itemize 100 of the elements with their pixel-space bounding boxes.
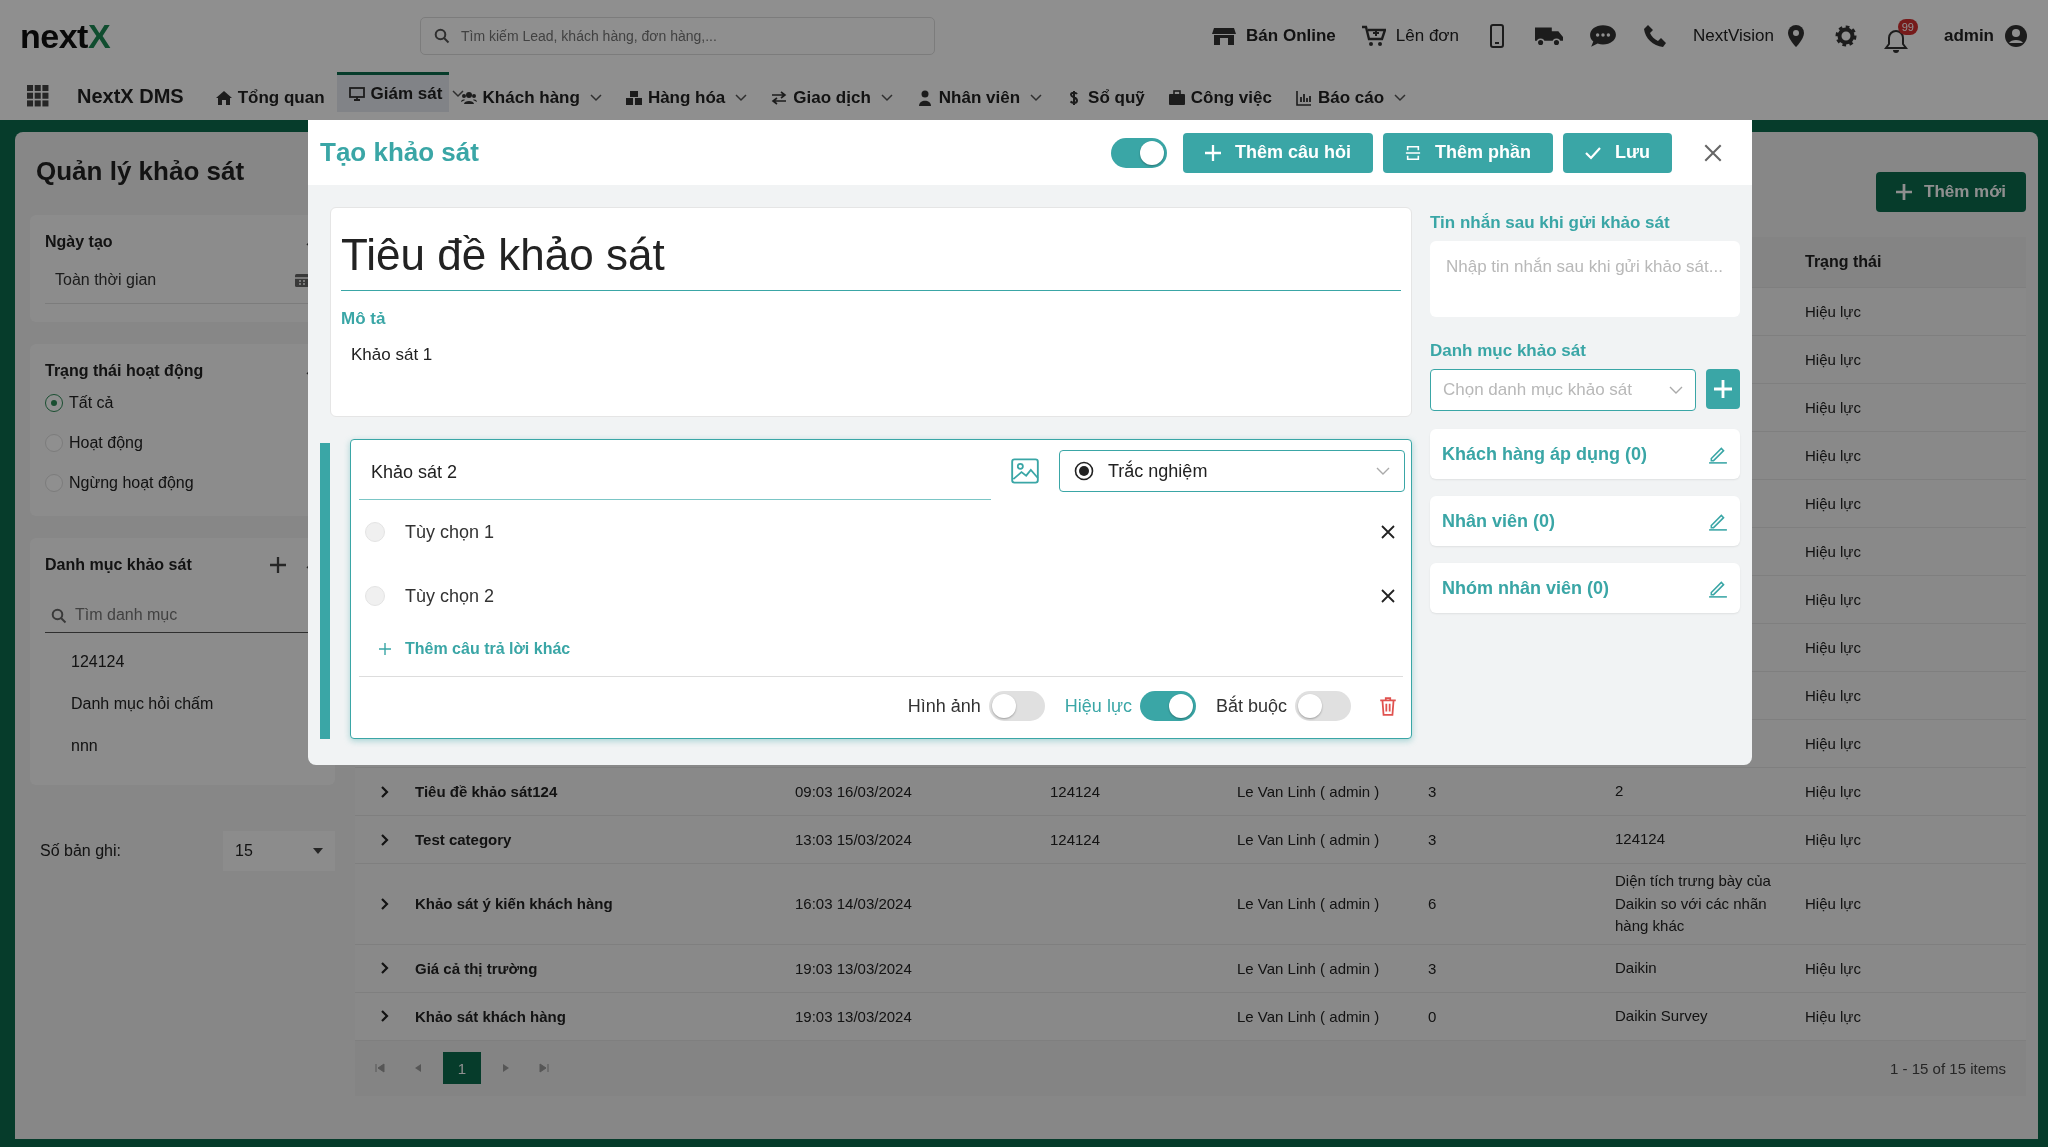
add-answer-link[interactable]: Thêm câu trả lời khác (351, 628, 1411, 676)
table-cell: Diện tích trưng bày của Daikin so với các nhãn hàng khác (1615, 872, 1771, 934)
table-cell: 6 (1428, 895, 1437, 913)
section-button[interactable]: Thêm phần (1382, 132, 1553, 173)
next-page-icon[interactable] (501, 1063, 511, 1073)
image-icon[interactable] (1011, 458, 1039, 484)
toggle-switch[interactable] (1139, 691, 1196, 721)
pagination-summary: 1 - 15 of 15 items (1890, 1059, 2006, 1077)
add-icon[interactable] (270, 557, 286, 573)
survey-name[interactable]: Test category (415, 831, 512, 848)
nav-tab[interactable]: Công việc (1156, 72, 1284, 120)
expand-chevron-icon[interactable] (381, 1010, 389, 1022)
table-cell: 19:03 13/03/2024 (795, 1007, 912, 1025)
trash-icon[interactable] (1379, 696, 1397, 716)
location-action[interactable]: NextVision (1693, 24, 1808, 48)
toggle-switch[interactable] (988, 691, 1045, 721)
person-icon (916, 89, 933, 106)
assignment-label: Khách hàng áp dụng (0) (1442, 443, 1647, 465)
action-label: NextVision (1693, 26, 1774, 46)
last-page-icon[interactable] (539, 1063, 549, 1073)
phone-icon (1643, 24, 1667, 48)
notification-badge: 99 (1897, 19, 1918, 35)
user-action[interactable]: admin (1943, 24, 2028, 48)
expand-chevron-icon[interactable] (381, 785, 389, 798)
save-button[interactable]: Lưu (1562, 132, 1672, 173)
settings-action[interactable] (1833, 24, 1858, 48)
assignment-card[interactable]: Khách hàng áp dụng (0) (1430, 429, 1740, 479)
table-cell: 0 (1428, 1007, 1437, 1025)
assignment-card[interactable]: Nhóm nhân viên (0) (1430, 563, 1740, 613)
survey-name[interactable]: Giá cả thị trường (415, 959, 538, 977)
expand-chevron-icon[interactable] (381, 897, 389, 910)
column-header: Trạng thái (1805, 253, 1883, 271)
assignment-card[interactable]: Nhân viên (0) (1430, 496, 1740, 546)
status-radio-option[interactable]: Hoạt động (45, 434, 320, 452)
radio-icon (1074, 461, 1094, 481)
table-cell: 124124 (1050, 831, 1101, 848)
table-cell: Le Van Linh ( admin ) (1237, 959, 1380, 977)
users-icon (460, 89, 477, 106)
survey-title-field[interactable]: Tiêu đề khảo sát (341, 218, 1401, 291)
option-field[interactable]: Tùy chọn 2 (405, 585, 495, 607)
survey-name[interactable]: Khảo sát khách hàng (415, 1007, 566, 1025)
question-title-field[interactable]: Khảo sát 2 (359, 442, 991, 500)
option-field[interactable]: Tùy chọn 1 (405, 521, 495, 543)
store-action[interactable]: Bán Online (1212, 24, 1336, 48)
chat-action[interactable] (1589, 24, 1617, 48)
table-cell: 09:03 16/03/2024 (795, 783, 912, 800)
bell-icon (1883, 29, 1908, 53)
survey-name[interactable]: Tiêu đề khảo sát124 (415, 783, 558, 800)
search-field[interactable]: Tìm kiếm Lead, khách hàng, đơn hàng,... (420, 17, 935, 55)
description-label: Mô tả (341, 309, 387, 329)
add-button[interactable]: Thêm câu hỏi (1182, 132, 1373, 173)
table-cell: 3 (1428, 831, 1437, 848)
close-icon[interactable] (1704, 143, 1722, 162)
apps-grid-icon[interactable] (27, 85, 49, 107)
bell-action[interactable]: 99 (1883, 19, 1918, 53)
survey-name[interactable]: Khảo sát ý kiến khách hàng (415, 895, 613, 913)
add-category-button[interactable] (1706, 369, 1740, 409)
toggle-label: Hiệu lực (1064, 695, 1132, 717)
status-cell: Hiệu lực (1805, 895, 1861, 913)
description-field[interactable]: Khảo sát 1 (341, 345, 1401, 365)
cart-action[interactable]: Lên đơn (1361, 24, 1459, 48)
first-page-icon[interactable] (375, 1063, 385, 1073)
section-label: Danh mục khảo sát (1430, 341, 1587, 361)
nav-tab[interactable]: Tổng quan (203, 72, 337, 120)
nav-tab[interactable]: Hàng hóa (613, 72, 760, 120)
nav-tab[interactable]: Giao dịch (759, 72, 905, 120)
chevron-down-icon (1376, 467, 1390, 475)
status-cell: Hiệu lực (1805, 687, 1861, 704)
nav-tab[interactable]: Khách hàng (448, 72, 614, 120)
previous-page-icon[interactable] (413, 1063, 423, 1073)
status-cell: Hiệu lực (1805, 783, 1861, 800)
app-name: NextX DMS (77, 84, 184, 108)
page-button[interactable]: 1 (443, 1052, 481, 1084)
phone-action[interactable] (1643, 24, 1667, 48)
remove-icon[interactable] (1381, 589, 1395, 603)
monitor-icon (348, 85, 365, 102)
status-radio-option[interactable]: Ngừng hoạt động (45, 474, 320, 492)
radio-button[interactable] (45, 394, 63, 412)
toggle-switch[interactable] (1110, 137, 1167, 168)
filter-title: Ngày tạo (45, 233, 113, 251)
plus-icon (1896, 184, 1912, 200)
toggle-label: Hình ảnh (907, 695, 981, 717)
cart-icon (1361, 24, 1386, 48)
nav-tab[interactable]: Sổ quỹ (1054, 72, 1157, 120)
nav-tab[interactable]: Báo cáo (1283, 72, 1419, 120)
expand-chevron-icon[interactable] (381, 962, 389, 974)
question-type-select[interactable]: Trắc nghiệm (1059, 450, 1405, 492)
category-search-field[interactable]: Tìm danh mục (45, 594, 320, 633)
remove-icon[interactable] (1381, 525, 1395, 539)
table-cell: 124124 (1615, 830, 1666, 848)
plus-icon (1714, 380, 1732, 398)
nav-tab[interactable]: Nhân viên (904, 72, 1055, 120)
add-new-button[interactable]: Thêm mới (1876, 172, 2026, 212)
chevron-down-icon (1669, 386, 1683, 394)
expand-chevron-icon[interactable] (381, 833, 389, 846)
plus-icon (379, 643, 391, 655)
toggle-switch[interactable] (1295, 691, 1351, 721)
status-radio-option[interactable]: Tất cả (45, 394, 320, 412)
page-size-select[interactable]: 15 (223, 831, 335, 871)
dialog-title: Tạo khảo sát (320, 137, 479, 168)
